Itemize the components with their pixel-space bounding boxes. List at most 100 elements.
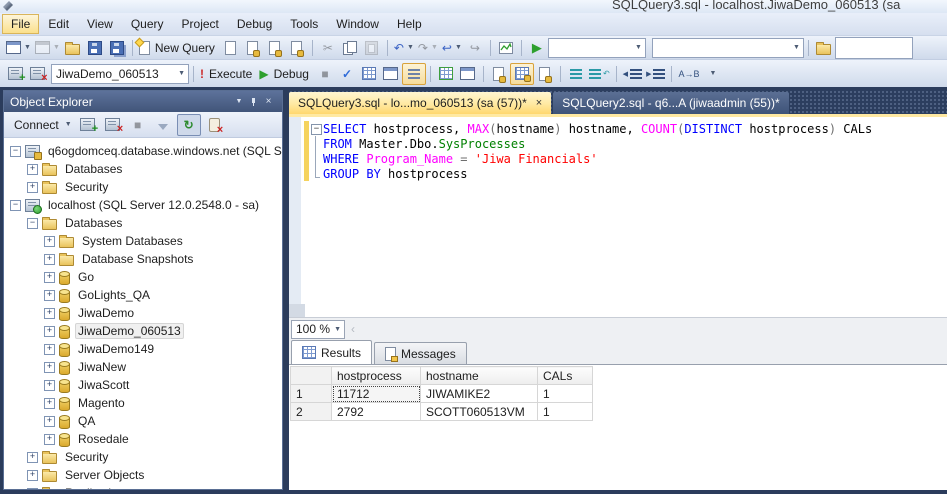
editor-scroll-corner[interactable]	[289, 304, 305, 317]
tree-item[interactable]: +System Databases	[4, 232, 282, 250]
expand-icon[interactable]: +	[44, 362, 55, 373]
undo-button[interactable]: ↶▼	[392, 38, 416, 58]
sqlcmd-mode-button[interactable]	[358, 64, 380, 84]
new-query-button[interactable]: New Query	[137, 38, 220, 58]
tree-item[interactable]: +JiwaNew	[4, 358, 282, 376]
parse-button[interactable]: ✓	[336, 64, 358, 84]
toolbar-combo-2[interactable]: ▼	[652, 38, 804, 58]
client-statistics-button[interactable]	[457, 64, 479, 84]
oe-disconnect-button[interactable]	[102, 115, 124, 135]
expand-icon[interactable]: +	[44, 434, 55, 445]
results-to-text-button[interactable]	[488, 64, 510, 84]
menu-edit[interactable]: Edit	[39, 14, 78, 34]
expand-icon[interactable]: +	[27, 452, 38, 463]
close-tab-icon[interactable]: ×	[536, 97, 542, 109]
expand-icon[interactable]: +	[44, 416, 55, 427]
add-item-button[interactable]: ▼	[33, 38, 62, 58]
grid-cell[interactable]: 1	[538, 403, 593, 421]
tree-item[interactable]: +Magento	[4, 394, 282, 412]
mdx-query-button[interactable]	[242, 38, 264, 58]
oe-connect-button[interactable]	[77, 115, 99, 135]
estimated-plan-button[interactable]	[435, 64, 457, 84]
code-area[interactable]: SELECT hostprocess, MAX(hostname) hostna…	[304, 117, 872, 317]
activity-monitor-button[interactable]	[495, 38, 517, 58]
grid-cell[interactable]: 11712	[332, 385, 421, 403]
results-to-grid-button[interactable]	[510, 63, 534, 85]
grid-column-header[interactable]: hostprocess	[332, 367, 421, 385]
cut-button[interactable]: ✂	[317, 38, 339, 58]
expand-icon[interactable]: +	[44, 380, 55, 391]
start-button[interactable]: ▶	[526, 38, 548, 58]
tree-item[interactable]: +Server Objects	[4, 466, 282, 484]
results-to-file-button[interactable]	[534, 64, 556, 84]
stop-button[interactable]: ■	[314, 64, 336, 84]
show-results-pane-button[interactable]	[402, 63, 426, 85]
increase-indent-button[interactable]: ▶	[644, 64, 667, 84]
uncomment-selection-button[interactable]: ↶	[587, 64, 612, 84]
paste-button[interactable]	[361, 38, 383, 58]
grid-column-header[interactable]: CALs	[538, 367, 593, 385]
menu-view[interactable]: View	[78, 14, 122, 34]
menu-query[interactable]: Query	[122, 14, 173, 34]
save-button[interactable]	[84, 38, 106, 58]
tree-item[interactable]: +Databases	[4, 160, 282, 178]
query-editor[interactable]: SELECT hostprocess, MAX(hostname) hostna…	[289, 117, 947, 317]
search-input[interactable]	[835, 37, 913, 59]
database-engine-query-button[interactable]	[220, 38, 242, 58]
connect-dropdown-button[interactable]: Connect▼	[9, 115, 74, 135]
tab-results[interactable]: Results	[291, 340, 372, 364]
expand-icon[interactable]: +	[44, 254, 55, 265]
expand-icon[interactable]: +	[27, 182, 38, 193]
comment-selection-button[interactable]	[565, 64, 587, 84]
expand-icon[interactable]: +	[44, 308, 55, 319]
grid-cell[interactable]: 2792	[332, 403, 421, 421]
save-all-button[interactable]	[106, 38, 128, 58]
grid-row-header[interactable]: 2	[291, 403, 332, 421]
specify-template-parameters-button[interactable]: A→B	[676, 64, 701, 84]
menu-file[interactable]: File	[2, 14, 39, 34]
find-in-files-button[interactable]	[813, 38, 835, 58]
decrease-indent-button[interactable]: ◀	[621, 64, 644, 84]
expand-icon[interactable]: +	[44, 398, 55, 409]
tree-item[interactable]: −Databases	[4, 214, 282, 232]
available-databases-combo[interactable]: JiwaDemo_060513▼	[51, 64, 189, 84]
grid-corner-cell[interactable]	[291, 367, 332, 385]
oe-script-button[interactable]	[204, 115, 226, 135]
debug-button[interactable]: ▶Debug	[257, 64, 314, 84]
zoom-level-combo[interactable]: 100 %▼	[291, 320, 345, 339]
oe-stop-button[interactable]: ■	[127, 115, 149, 135]
menu-project[interactable]: Project	[173, 14, 228, 34]
window-position-button[interactable]: ▼	[231, 94, 246, 109]
tree-item[interactable]: +JiwaDemo149	[4, 340, 282, 358]
oe-refresh-button[interactable]: ↻	[177, 114, 201, 136]
menu-debug[interactable]: Debug	[228, 14, 281, 34]
query-window-button[interactable]	[380, 64, 402, 84]
hscroll-left-arrow[interactable]: ‹	[351, 322, 355, 336]
expand-icon[interactable]: +	[27, 488, 38, 490]
tree-item[interactable]: +Go	[4, 268, 282, 286]
title-bar[interactable]: SQLQuery3.sql - localhost.JiwaDemo_06051…	[0, 0, 947, 13]
toolbar-combo-1[interactable]: ▼	[548, 38, 646, 58]
menu-help[interactable]: Help	[388, 14, 431, 34]
new-query-connection-button[interactable]: ▼	[4, 38, 33, 58]
expand-icon[interactable]: +	[44, 290, 55, 301]
document-tab[interactable]: SQLQuery2.sql - q6...A (jiwaadmin (55))*	[553, 92, 788, 114]
grid-cell[interactable]: SCOTT060513VM	[421, 403, 538, 421]
tree-item[interactable]: +GoLights_QA	[4, 286, 282, 304]
navigate-backward-button[interactable]: ↩▼	[440, 38, 464, 58]
expand-icon[interactable]: +	[44, 272, 55, 283]
collapse-icon[interactable]: −	[27, 218, 38, 229]
oe-filter-button[interactable]	[152, 115, 174, 135]
expand-icon[interactable]: +	[27, 164, 38, 175]
menu-window[interactable]: Window	[327, 14, 388, 34]
collapse-icon[interactable]: −	[10, 146, 21, 157]
collapse-icon[interactable]: −	[10, 200, 21, 211]
tree-item[interactable]: −localhost (SQL Server 12.0.2548.0 - sa)	[4, 196, 282, 214]
grid-row-header[interactable]: 1	[291, 385, 332, 403]
dmx-query-button[interactable]	[264, 38, 286, 58]
tree-item[interactable]: +JiwaDemo_060513	[4, 322, 282, 340]
grid-cell[interactable]: 1	[538, 385, 593, 403]
tab-messages[interactable]: Messages	[374, 342, 467, 364]
expand-icon[interactable]: +	[44, 326, 55, 337]
toolbar-overflow-button[interactable]: ▼	[701, 64, 723, 84]
